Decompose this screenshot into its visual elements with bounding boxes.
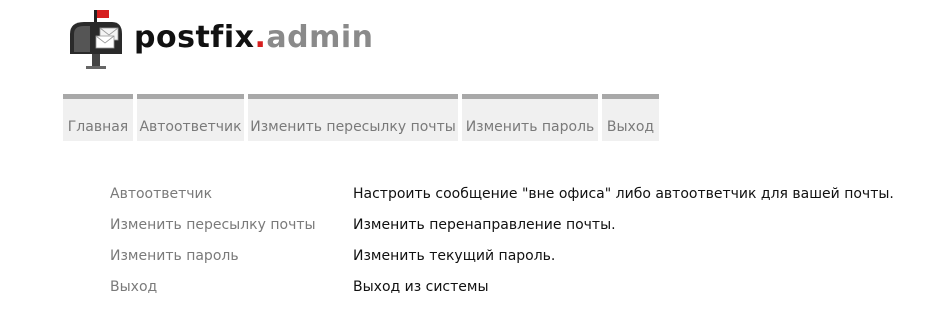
- menu-row-change-forwarding: Изменить пересылку почты Изменить перена…: [110, 217, 894, 248]
- logo-text-dot: .: [254, 20, 267, 55]
- menu-link-change-forwarding[interactable]: Изменить пересылку почты: [110, 217, 353, 233]
- mailbox-icon: [70, 10, 122, 69]
- logo-text-postfix: postfix: [134, 20, 255, 55]
- main-menu: Автоответчик Настроить сообщение "вне оф…: [110, 186, 894, 310]
- menu-link-autoresponder[interactable]: Автоответчик: [110, 186, 353, 202]
- menu-desc-autoresponder: Настроить сообщение "вне офиса" либо авт…: [353, 186, 894, 202]
- menu-link-logout[interactable]: Выход: [110, 279, 353, 295]
- menu-desc-change-password: Изменить текущий пароль.: [353, 248, 556, 264]
- nav-item-logout[interactable]: Выход: [602, 94, 659, 141]
- menu-row-autoresponder: Автоответчик Настроить сообщение "вне оф…: [110, 186, 894, 217]
- menu-desc-change-forwarding: Изменить перенаправление почты.: [353, 217, 616, 233]
- menu-desc-logout: Выход из системы: [353, 279, 489, 295]
- menu-row-logout: Выход Выход из системы: [110, 279, 894, 310]
- nav-item-change-forwarding[interactable]: Изменить пересылку почты: [248, 94, 458, 141]
- main-nav: Главная Автоответчик Изменить пересылку …: [63, 94, 659, 141]
- page: postfix.admin Главная Автоответчик Измен…: [0, 0, 946, 311]
- nav-item-home[interactable]: Главная: [63, 94, 133, 141]
- nav-item-autoresponder[interactable]: Автоответчик: [137, 94, 244, 141]
- menu-row-change-password: Изменить пароль Изменить текущий пароль.: [110, 248, 894, 279]
- logo[interactable]: postfix.admin: [64, 6, 374, 70]
- nav-item-change-password[interactable]: Изменить пароль: [462, 94, 598, 141]
- logo-text: postfix.admin: [134, 23, 374, 53]
- logo-text-admin: admin: [266, 20, 374, 55]
- menu-link-change-password[interactable]: Изменить пароль: [110, 248, 353, 264]
